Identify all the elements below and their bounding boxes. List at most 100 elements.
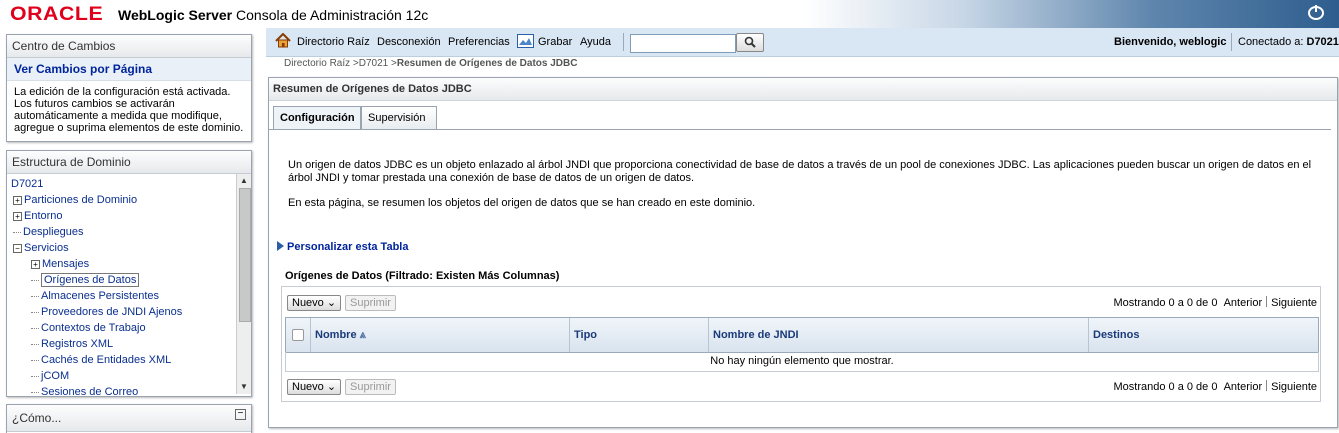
tree-node: + Entorno bbox=[11, 208, 251, 224]
expand-icon[interactable]: + bbox=[13, 211, 22, 221]
change-center-panel: Centro de Cambios Ver Cambios por Página… bbox=[6, 34, 252, 142]
tree-item-link[interactable]: Registros XML bbox=[41, 338, 113, 350]
collapse-icon[interactable]: − bbox=[13, 243, 22, 253]
customize-table-label: Personalizar esta Tabla bbox=[287, 241, 409, 253]
tab-monitoring[interactable]: Supervisión bbox=[361, 106, 437, 129]
scroll-thumb[interactable] bbox=[239, 188, 251, 322]
nav-preferences[interactable]: Preferencias bbox=[448, 36, 510, 48]
home-icon[interactable] bbox=[275, 33, 291, 48]
minimize-icon[interactable]: − bbox=[235, 409, 246, 420]
select-all-checkbox[interactable] bbox=[292, 329, 304, 341]
tree-node: jCOM bbox=[11, 368, 251, 384]
new-button[interactable]: Nuevo ⌄ bbox=[287, 295, 342, 311]
tree-connector bbox=[31, 311, 39, 313]
tree-node: Registros XML bbox=[11, 336, 251, 352]
tree-item-link[interactable]: Despliegues bbox=[23, 226, 84, 238]
tree-node: + Particiones de Dominio bbox=[11, 192, 251, 208]
product-name: WebLogic Server bbox=[118, 7, 233, 23]
tree-root-domain[interactable]: D7021 bbox=[11, 178, 43, 190]
search-icon bbox=[744, 36, 756, 48]
how-to-panel: ¿Cómo... − bbox=[6, 404, 252, 433]
tree-connector bbox=[31, 375, 39, 377]
domain-tree: D7021 + Particiones de Dominio + Entorno Des… bbox=[7, 174, 251, 398]
view-changes-link[interactable]: Ver Cambios por Página bbox=[14, 62, 152, 76]
next-link[interactable]: Siguiente bbox=[1271, 297, 1317, 309]
tree-item-link[interactable]: Entorno bbox=[24, 210, 63, 222]
top-navigation: Directorio Raíz Desconexión Preferencias… bbox=[266, 28, 1339, 57]
scroll-down-icon[interactable]: ▼ bbox=[240, 382, 248, 391]
tree-connector bbox=[31, 327, 39, 329]
change-center-text: La edición de la configuración está acti… bbox=[14, 86, 244, 134]
oracle-logo: ORACLE bbox=[10, 4, 104, 25]
new-button-bottom-label: Nuevo bbox=[292, 381, 324, 393]
tree-node: Almacenes Persistentes bbox=[11, 288, 251, 304]
prev-link[interactable]: Anterior bbox=[1224, 297, 1263, 309]
tree-item-link[interactable]: Mensajes bbox=[42, 258, 89, 270]
tree-node: Despliegues bbox=[11, 224, 251, 240]
delete-button-bottom: Suprimir bbox=[345, 379, 396, 395]
tree-item-link[interactable]: Contextos de Trabajo bbox=[41, 322, 146, 334]
col-targets[interactable]: Destinos bbox=[1088, 318, 1319, 352]
tree-item-link[interactable]: Almacenes Persistentes bbox=[41, 290, 159, 302]
tree-node: − Servicios bbox=[11, 240, 251, 256]
breadcrumb-home[interactable]: Directorio Raíz bbox=[284, 58, 350, 69]
search-button[interactable] bbox=[736, 33, 764, 52]
page-description: Un origen de datos JDBC es un objeto enl… bbox=[288, 159, 1312, 184]
scroll-up-icon[interactable]: ▲ bbox=[240, 176, 248, 185]
nav-logout[interactable]: Desconexión bbox=[377, 36, 441, 48]
table-title: Orígenes de Datos (Filtrado: Existen Más… bbox=[285, 270, 560, 282]
breadcrumb-current: Resumen de Orígenes de Datos JDBC bbox=[396, 58, 578, 69]
new-button-label: Nuevo bbox=[292, 297, 324, 309]
tree-node: Sesiones de Correo bbox=[11, 384, 251, 398]
tab-configuration[interactable]: Configuración bbox=[273, 106, 361, 129]
col-type[interactable]: Tipo bbox=[569, 318, 704, 352]
tree-item-link[interactable]: Proveedores de JNDI Ajenos bbox=[41, 306, 182, 318]
tree-node: Orígenes de Datos bbox=[11, 272, 251, 288]
content-panel: Resumen de Orígenes de Datos JDBC Config… bbox=[268, 77, 1338, 428]
breadcrumb-domain[interactable]: D7021 bbox=[359, 58, 388, 69]
connected-domain: D7021 bbox=[1306, 36, 1339, 48]
nav-home[interactable]: Directorio Raíz bbox=[297, 36, 370, 48]
customize-table-link[interactable]: Personalizar esta Tabla bbox=[277, 241, 408, 253]
delete-button: Suprimir bbox=[345, 295, 396, 311]
tree-item-link[interactable]: Sesiones de Correo bbox=[41, 386, 138, 398]
tree-connector bbox=[31, 359, 39, 361]
tree-node: Cachés de Entidades XML bbox=[11, 352, 251, 368]
brand-bar: ORACLE WebLogic Server Consola de Admini… bbox=[0, 0, 1339, 28]
sort-ascending-icon[interactable]: ⩓ bbox=[360, 329, 366, 341]
chevron-down-icon: ⌄ bbox=[326, 297, 337, 309]
prev-link-bottom[interactable]: Anterior bbox=[1224, 381, 1263, 393]
tree-node: Contextos de Trabajo bbox=[11, 320, 251, 336]
welcome-text: Bienvenido, weblogic bbox=[1114, 36, 1227, 48]
paging-count-bottom: Mostrando 0 a 0 de 0 bbox=[1113, 381, 1218, 393]
search-input[interactable] bbox=[630, 34, 736, 53]
col-name[interactable]: Nombre ⩓ bbox=[310, 318, 567, 352]
col-name-label: Nombre bbox=[315, 329, 357, 341]
tree-scrollbar[interactable]: ▲ ▼ bbox=[236, 174, 251, 394]
expand-icon[interactable]: + bbox=[13, 195, 22, 205]
nav-divider bbox=[623, 33, 624, 51]
product-title: WebLogic Server Consola de Administració… bbox=[118, 7, 428, 23]
how-to-title: ¿Cómo... bbox=[7, 405, 251, 432]
new-button-bottom[interactable]: Nuevo ⌄ bbox=[287, 379, 342, 395]
product-subtitle: Consola de Administración 12c bbox=[236, 7, 429, 23]
tree-item-link[interactable]: Particiones de Dominio bbox=[24, 194, 137, 206]
power-icon[interactable] bbox=[1307, 3, 1325, 21]
col-jndi-name[interactable]: Nombre de JNDI bbox=[708, 318, 1083, 352]
record-icon[interactable] bbox=[517, 34, 534, 48]
nav-help[interactable]: Ayuda bbox=[580, 36, 611, 48]
tree-item-link[interactable]: Orígenes de Datos bbox=[41, 273, 140, 287]
paging-count: Mostrando 0 a 0 de 0 bbox=[1113, 297, 1218, 309]
tree-item-link[interactable]: jCOM bbox=[41, 370, 69, 382]
expand-triangle-icon bbox=[277, 241, 284, 251]
tree-item-link[interactable]: Cachés de Entidades XML bbox=[41, 354, 171, 366]
expand-icon[interactable]: + bbox=[31, 259, 40, 269]
page-description-2: En esta página, se resumen los objetos d… bbox=[288, 197, 756, 209]
tree-connector bbox=[31, 343, 39, 345]
tree-node: + Mensajes bbox=[11, 256, 251, 272]
tree-item-link[interactable]: Servicios bbox=[24, 242, 69, 254]
domain-structure-panel: Estructura de Dominio D7021 + Particiones… bbox=[6, 150, 252, 398]
empty-table-message: No hay ningún elemento que mostrar. bbox=[285, 352, 1319, 372]
next-link-bottom[interactable]: Siguiente bbox=[1271, 381, 1317, 393]
nav-record[interactable]: Grabar bbox=[538, 36, 572, 48]
